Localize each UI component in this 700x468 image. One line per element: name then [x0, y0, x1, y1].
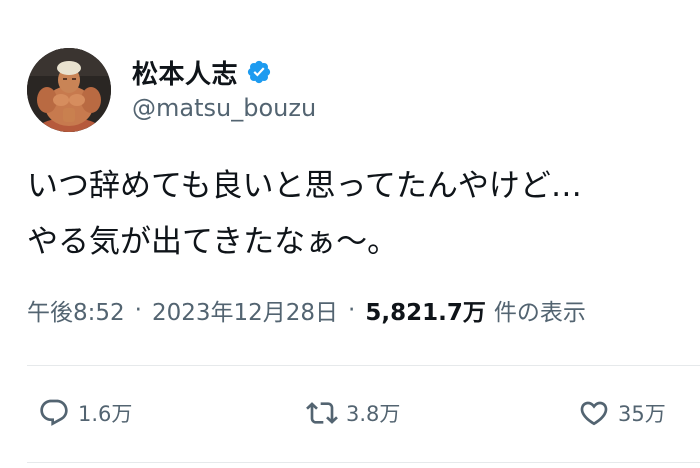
views-count[interactable]: 5,821.7万 — [365, 293, 486, 327]
reply-button[interactable]: 1.6万 — [38, 393, 132, 433]
retweet-button[interactable]: 3.8万 — [306, 393, 400, 433]
verified-badge-icon — [247, 60, 271, 84]
display-name[interactable]: 松本人志 — [132, 54, 238, 91]
meta-separator: · — [134, 297, 142, 323]
retweet-count: 3.8万 — [346, 402, 401, 426]
divider — [27, 365, 700, 366]
avatar[interactable] — [27, 48, 111, 132]
retweet-icon — [306, 402, 338, 424]
divider — [27, 462, 700, 463]
reply-icon — [40, 399, 68, 426]
meta-separator: · — [348, 297, 356, 323]
name-row: 松本人志 — [132, 54, 272, 90]
heart-icon — [580, 401, 608, 426]
user-handle[interactable]: @matsu_bouzu — [132, 94, 316, 122]
tweet-meta: 午後8:52 · 2023年12月28日 · 5,821.7万 件の表示 — [27, 293, 687, 327]
reply-count: 1.6万 — [78, 402, 133, 426]
tweet-date[interactable]: 2023年12月28日 — [152, 293, 338, 327]
views-label: 件の表示 — [493, 300, 586, 326]
tweet-text: いつ辞めても良いと思ってたんやけど… やる気が出てきたなぁ〜。 — [27, 168, 582, 260]
like-count: 35万 — [618, 402, 666, 426]
avatar-figure-image — [27, 48, 111, 132]
like-button[interactable]: 35万 — [578, 393, 666, 433]
tweet-card: 松本人志 @matsu_bouzu いつ辞めても良いと思ってたんやけど… やる気… — [0, 0, 700, 468]
tweet-time[interactable]: 午後8:52 — [27, 293, 125, 327]
